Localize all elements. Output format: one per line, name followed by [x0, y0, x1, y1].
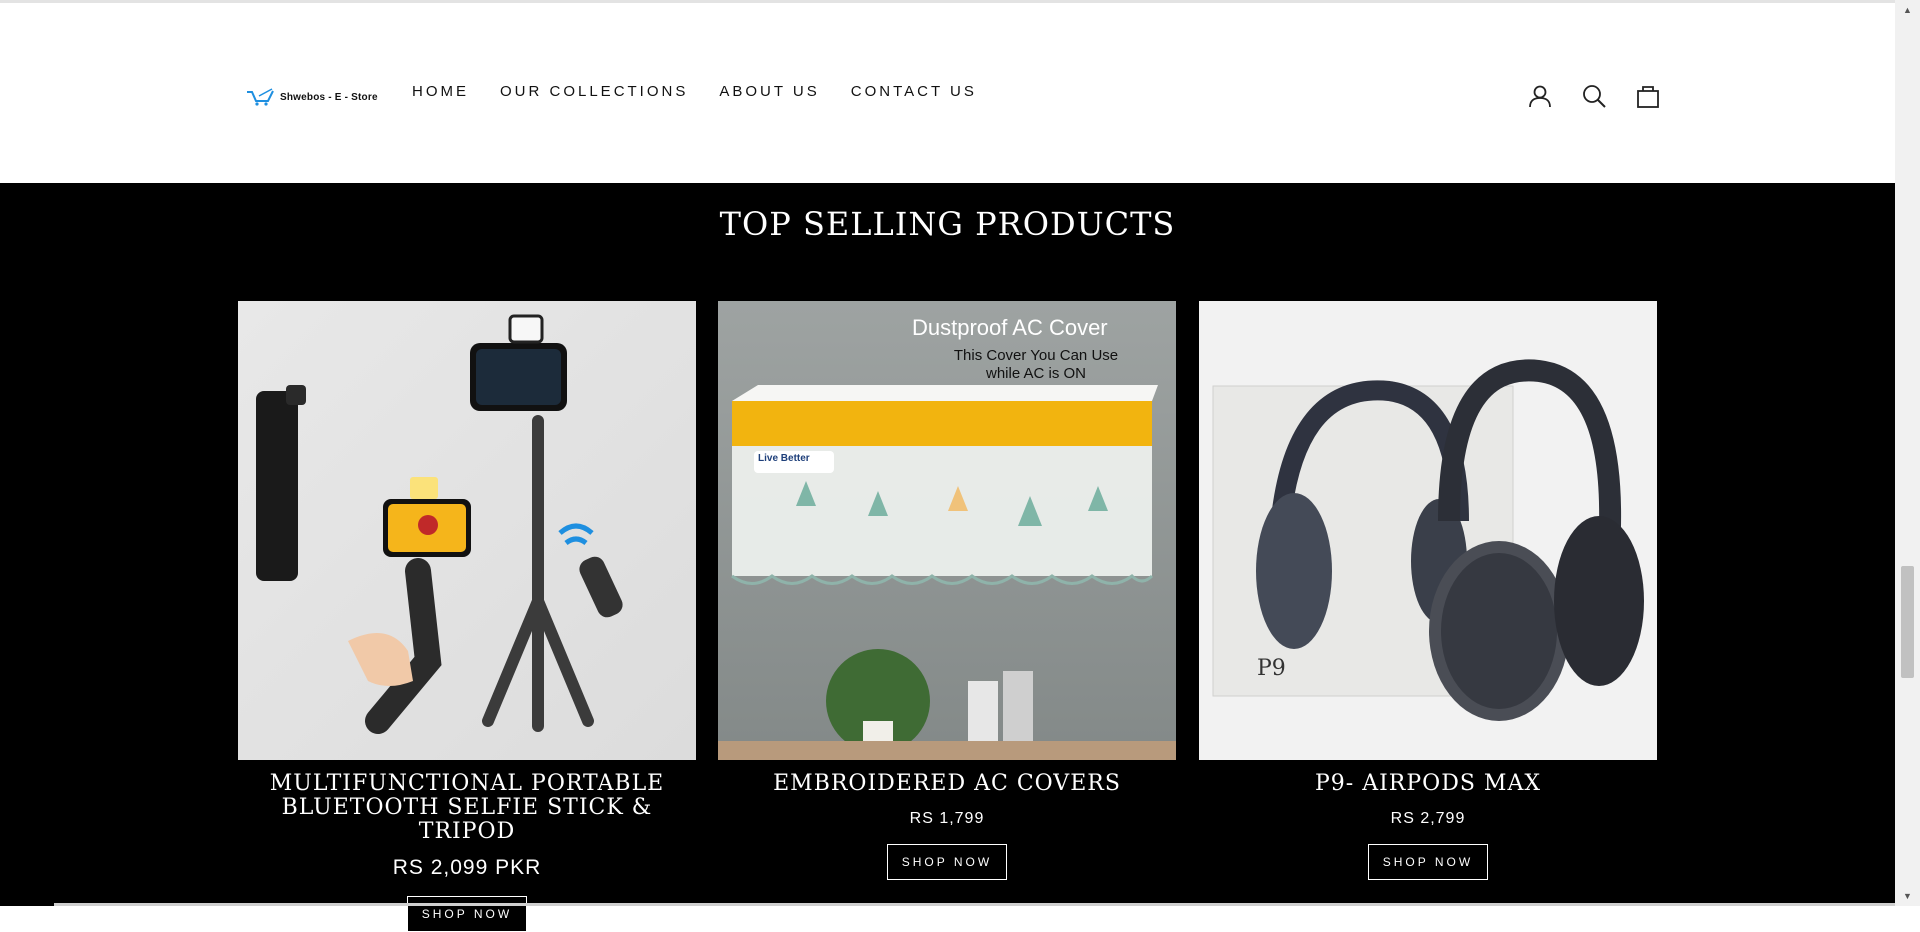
nav-about-us[interactable]: ABOUT US [719, 83, 819, 100]
vertical-scrollbar[interactable]: ▲ ▼ [1895, 0, 1920, 906]
site-header: Shwebos - E - Store HOME OUR COLLECTIONS… [0, 3, 1895, 183]
product-image-selfie-stick[interactable] [238, 301, 696, 760]
header-actions [1527, 83, 1661, 109]
user-icon[interactable] [1527, 83, 1553, 109]
selfie-stick-tripod-illustration [256, 314, 623, 734]
scroll-up-arrow-icon[interactable]: ▲ [1895, 0, 1920, 20]
brand-badge: Live Better [758, 453, 810, 464]
nav-contact-us[interactable]: CONTACT US [851, 83, 977, 100]
section-title: TOP SELLING PRODUCTS [719, 205, 1176, 243]
nav-home[interactable]: HOME [412, 83, 469, 100]
search-icon[interactable] [1581, 83, 1607, 109]
headphones-illustration [1212, 359, 1644, 721]
product-card: MULTIFUNCTIONAL PORTABLE BLUETOOTH SELFI… [238, 301, 696, 932]
cart-icon[interactable] [1635, 83, 1661, 109]
product-image-ac-cover[interactable]: Dustproof AC Cover This Cover You Can Us… [718, 301, 1176, 760]
product-price: RS 2,799 [1390, 810, 1466, 827]
main-nav: HOME OUR COLLECTIONS ABOUT US CONTACT US [412, 83, 977, 100]
shop-now-button[interactable]: SHOP NOW [887, 844, 1007, 880]
ac-cover-illustration [718, 385, 1176, 760]
brand-name: Shwebos - E - Store [280, 91, 378, 103]
product-price: RS 2,099 PKR [392, 856, 542, 879]
product-card: Dustproof AC Cover This Cover You Can Us… [718, 301, 1176, 880]
product-image-airpods-max[interactable]: P9 [1199, 301, 1657, 760]
top-selling-section: TOP SELLING PRODUCTS MULTIFUNCTIONAL POR… [0, 183, 1895, 932]
cart-logo-icon [247, 88, 274, 106]
product-title[interactable]: P9- AIRPODS MAX [1199, 772, 1657, 796]
product-title[interactable]: EMBROIDERED AC COVERS [718, 772, 1176, 796]
brand-logo[interactable]: Shwebos - E - Store [246, 87, 378, 107]
nav-our-collections[interactable]: OUR COLLECTIONS [500, 83, 688, 100]
scroll-down-arrow-icon[interactable]: ▼ [1895, 886, 1920, 906]
shop-now-button[interactable]: SHOP NOW [1368, 844, 1488, 880]
shop-now-button[interactable]: SHOP NOW [407, 896, 527, 932]
scrollbar-thumb[interactable] [1901, 566, 1914, 678]
product-title[interactable]: MULTIFUNCTIONAL PORTABLE BLUETOOTH SELFI… [238, 772, 696, 844]
product-card: P9 P9- AIRPODS MAX RS 2,799 SHOP NOW [1199, 301, 1657, 880]
box-label: P9 [1257, 656, 1286, 681]
product-price: RS 1,799 [909, 810, 985, 827]
